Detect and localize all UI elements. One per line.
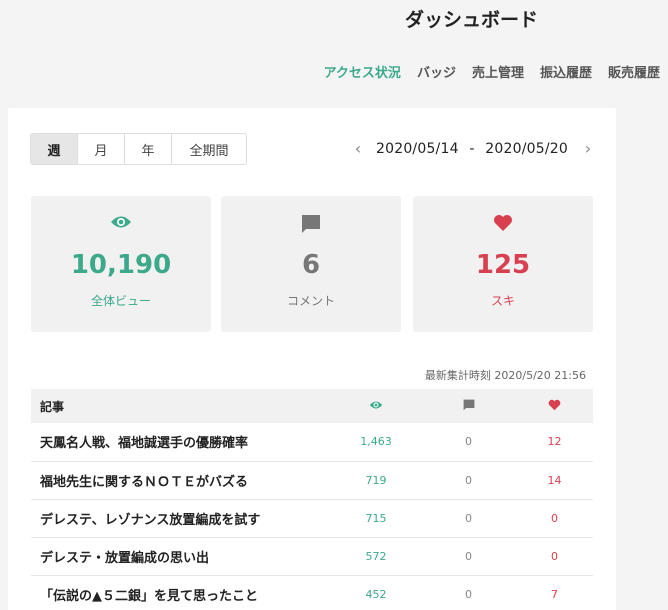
- article-comments: 0: [421, 537, 516, 576]
- nav-item-sales-history[interactable]: 販売履歴: [608, 62, 660, 81]
- table-row[interactable]: 福地先生に関するＮＯＴＥがバズる 719 0 14: [31, 461, 593, 500]
- date-end: 2020/05/20: [485, 140, 568, 157]
- views-count: 10,190: [70, 250, 172, 280]
- likes-label: スキ: [490, 294, 515, 308]
- table-row[interactable]: デレステ、レゾナンス放置編成を試す 715 0 0: [31, 499, 593, 538]
- updated-timestamp: 最新集計時刻 2020/5/20 21:56: [424, 369, 586, 382]
- article-comments: 0: [421, 499, 516, 538]
- chevron-left-icon[interactable]: ‹: [348, 139, 368, 158]
- stat-likes: 125 スキ: [413, 196, 593, 332]
- stats-card: 週 月 年 全期間 ‹ 2020/05/14 - 2020/05/20 › 10…: [8, 108, 616, 610]
- article-title[interactable]: 天鳳名人戦、福地誠選手の優勝確率: [31, 423, 331, 462]
- article-views: 572: [331, 537, 421, 576]
- article-title[interactable]: 福地先生に関するＮＯＴＥがバズる: [31, 461, 331, 500]
- article-comments: 0: [421, 461, 516, 500]
- eye-icon: [369, 399, 383, 413]
- article-likes: 0: [516, 537, 593, 576]
- article-comments: 0: [421, 423, 516, 462]
- table-row[interactable]: 「伝説の▲５二銀」を見て思ったこと 452 0 7: [31, 575, 593, 610]
- article-likes: 14: [516, 461, 593, 500]
- tab-year[interactable]: 年: [125, 134, 172, 164]
- tab-month[interactable]: 月: [78, 134, 125, 164]
- article-title[interactable]: 「伝説の▲５二銀」を見て思ったこと: [31, 575, 331, 610]
- likes-count: 125: [475, 250, 531, 280]
- stat-comments: 6 コメント: [221, 196, 401, 332]
- column-comments: [421, 389, 516, 423]
- period-tabs: 週 月 年 全期間: [30, 133, 247, 165]
- chevron-right-icon[interactable]: ›: [578, 139, 598, 158]
- date-separator: -: [469, 140, 475, 157]
- column-views: [331, 389, 421, 423]
- tab-all-time[interactable]: 全期間: [172, 134, 246, 164]
- stat-views: 10,190 全体ビュー: [31, 196, 211, 332]
- table-header-row: 記事: [31, 389, 593, 423]
- comments-count: 6: [301, 250, 321, 280]
- nav-item-badges[interactable]: バッジ: [417, 62, 456, 81]
- date-range: ‹ 2020/05/14 - 2020/05/20 ›: [348, 139, 598, 158]
- comment-icon: [463, 399, 475, 414]
- article-views: 715: [331, 499, 421, 538]
- article-likes: 7: [516, 575, 593, 610]
- article-comments: 0: [421, 575, 516, 610]
- article-title[interactable]: デレステ、レゾナンス放置編成を試す: [31, 499, 331, 538]
- nav-item-access[interactable]: アクセス状況: [324, 62, 401, 81]
- article-likes: 12: [516, 423, 593, 462]
- heart-icon: [548, 399, 561, 414]
- dashboard-nav: アクセス状況 バッジ 売上管理 振込履歴 販売履歴: [324, 62, 660, 81]
- nav-item-sales[interactable]: 売上管理: [472, 62, 524, 81]
- date-start: 2020/05/14: [376, 140, 459, 157]
- article-likes: 0: [516, 499, 593, 538]
- eye-icon: [31, 214, 211, 236]
- nav-item-transfers[interactable]: 振込履歴: [540, 62, 592, 81]
- column-likes: [516, 389, 593, 423]
- article-views: 1,463: [331, 423, 421, 462]
- comments-label: コメント: [286, 294, 335, 308]
- page-title: ダッシュボード: [405, 9, 539, 31]
- articles-table: 記事 天鳳名人戦、福地誠選手の優勝確率 1,463 0 12 福地先生に関するＮ…: [31, 389, 593, 610]
- article-views: 719: [331, 461, 421, 500]
- tab-week[interactable]: 週: [31, 134, 78, 164]
- article-title[interactable]: デレステ・放置編成の思い出: [31, 537, 331, 576]
- table-row[interactable]: 天鳳名人戦、福地誠選手の優勝確率 1,463 0 12: [31, 423, 593, 462]
- comment-icon: [221, 214, 401, 236]
- table-row[interactable]: デレステ・放置編成の思い出 572 0 0: [31, 537, 593, 576]
- column-article: 記事: [31, 389, 331, 423]
- date-range-label: 2020/05/14 - 2020/05/20: [368, 141, 578, 157]
- views-label: 全体ビュー: [90, 294, 151, 308]
- heart-icon: [413, 214, 593, 236]
- article-views: 452: [331, 575, 421, 610]
